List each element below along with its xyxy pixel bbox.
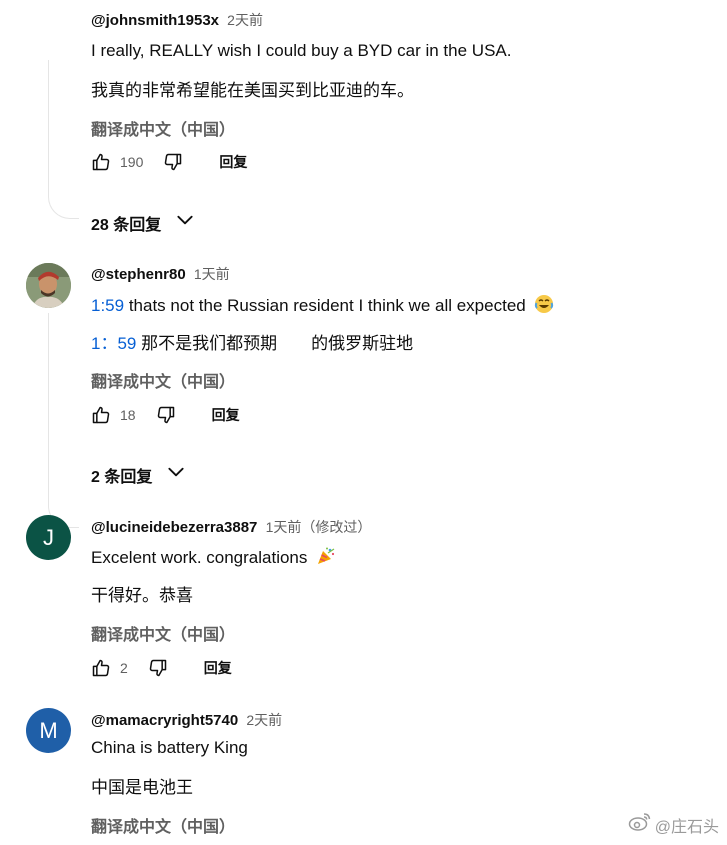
chevron-down-icon: [166, 462, 186, 487]
like-count: 190: [120, 154, 144, 170]
thread-line: [48, 60, 79, 219]
watermark: @庄石头: [628, 812, 719, 837]
replies-count: 28 条回复: [91, 216, 162, 234]
timestamp-link[interactable]: 1:59: [91, 296, 124, 315]
comment-time[interactable]: 2天前: [227, 12, 263, 28]
comment-header: @johnsmith1953x 2天前: [91, 10, 263, 30]
thumbs-down-icon[interactable]: [156, 405, 176, 425]
like-count: 2: [120, 660, 128, 676]
watermark-text: @庄石头: [654, 818, 719, 836]
comment-text-body: thats not the Russian resident I think w…: [128, 296, 526, 315]
comment-time[interactable]: 1天前（修改过）: [266, 519, 372, 535]
avatar[interactable]: M: [26, 708, 71, 753]
comment-text: Excelent work. congralations: [91, 546, 336, 571]
avatar[interactable]: J: [26, 515, 71, 560]
comment-author[interactable]: @stephenr80: [91, 266, 186, 283]
like-count: 18: [120, 407, 136, 423]
comment-header: @lucineidebezerra3887 1天前（修改过）: [91, 517, 371, 537]
reply-button[interactable]: 回复: [204, 658, 232, 678]
comment-author[interactable]: @lucineidebezerra3887: [91, 519, 257, 536]
comment-text-body: Excelent work. congralations: [91, 548, 308, 567]
translated-text: 干得好。恭喜: [91, 586, 193, 605]
translated-text: 1：59 那不是我们都预期 的俄罗斯驻地: [91, 329, 413, 354]
chevron-down-icon: [175, 210, 195, 235]
thumbs-up-icon[interactable]: [91, 405, 111, 425]
view-replies-button[interactable]: 28 条回复: [91, 210, 195, 235]
avatar[interactable]: [26, 263, 71, 308]
comment-text: 1:59 thats not the Russian resident I th…: [91, 294, 554, 319]
reply-button[interactable]: 回复: [219, 152, 247, 172]
translated-text-body: 那不是我们都预期 的俄罗斯驻地: [141, 334, 414, 353]
party-popper-emoji-icon: [316, 546, 336, 571]
comment-header: @stephenr80 1天前: [91, 264, 230, 284]
translate-button[interactable]: 翻译成中文（中国）: [91, 813, 235, 837]
comment-actions: 18 回复: [91, 403, 240, 427]
translated-timestamp-link[interactable]: 1：59: [91, 334, 136, 353]
translate-button[interactable]: 翻译成中文（中国）: [91, 368, 235, 392]
thumbs-down-icon[interactable]: [148, 658, 168, 678]
comment-actions: 2 回复: [91, 656, 232, 680]
thumbs-down-icon[interactable]: [163, 152, 183, 172]
weibo-icon: [628, 812, 652, 837]
comment-time[interactable]: 1天前: [194, 266, 230, 282]
reply-button[interactable]: 回复: [212, 405, 240, 425]
view-replies-button[interactable]: 2 条回复: [91, 462, 186, 487]
translate-button[interactable]: 翻译成中文（中国）: [91, 116, 235, 140]
comment-text: I really, REALLY wish I could buy a BYD …: [91, 41, 512, 60]
comment-time[interactable]: 2天前: [246, 712, 282, 728]
thumbs-up-icon[interactable]: [91, 658, 111, 678]
comment-author[interactable]: @mamacryright5740: [91, 712, 238, 729]
laughing-emoji-icon: [534, 294, 554, 319]
translated-text: 我真的非常希望能在美国买到比亚迪的车。: [91, 81, 414, 100]
thumbs-up-icon[interactable]: [91, 152, 111, 172]
thread-line: [48, 313, 79, 528]
comment-actions: 190 回复: [91, 150, 247, 174]
comment-author[interactable]: @johnsmith1953x: [91, 12, 219, 29]
comment-header: @mamacryright5740 2天前: [91, 710, 282, 730]
replies-count: 2 条回复: [91, 468, 153, 486]
translated-text: 中国是电池王: [91, 778, 193, 797]
translate-button[interactable]: 翻译成中文（中国）: [91, 621, 235, 645]
comment-text: China is battery King: [91, 738, 248, 757]
